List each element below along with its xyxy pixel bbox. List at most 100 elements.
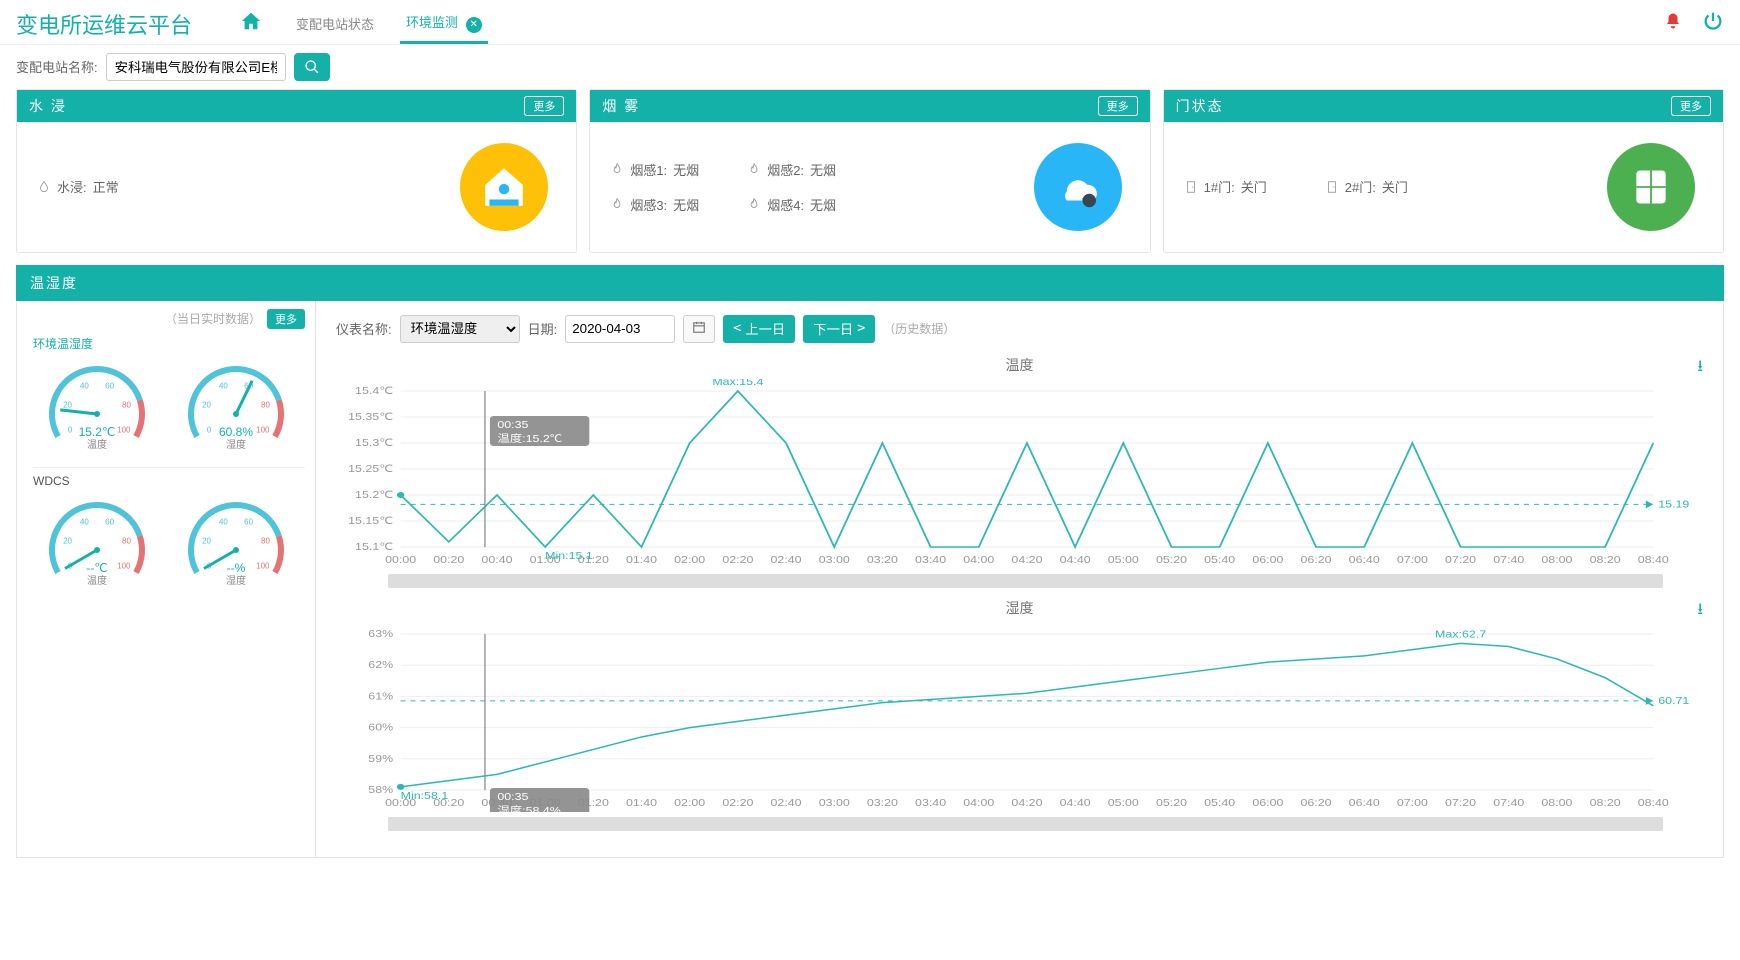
gauge-group1-title: 环境温湿度 <box>33 335 305 352</box>
card-smoke: 烟 雾 更多 烟感1: 无烟 烟感2: 无烟 烟感3: 无烟 烟感4: 无烟 <box>589 89 1150 253</box>
svg-text:Max:15.4: Max:15.4 <box>712 379 763 388</box>
chart-temperature: ⭳ 温度 15.1℃15.15℃15.2℃15.25℃15.3℃15.35℃15… <box>336 355 1703 588</box>
svg-text:02:20: 02:20 <box>722 555 753 566</box>
chevron-right-icon: > <box>857 321 865 336</box>
right-charts-panel: 仪表名称: 环境温湿度 日期: <上一日 下一日> （历史数据） ⭳ 温度 15… <box>316 301 1724 858</box>
close-icon[interactable]: ✕ <box>466 17 482 33</box>
calendar-button[interactable] <box>683 315 715 343</box>
app-title: 变电所运维云平台 <box>16 8 192 40</box>
svg-text:--%: --% <box>226 561 245 575</box>
section-temp-humid-title: 温湿度 <box>16 265 1724 301</box>
date-input[interactable] <box>565 315 675 343</box>
chart-scrollbar[interactable] <box>388 574 1663 588</box>
svg-text:03:20: 03:20 <box>867 798 898 809</box>
svg-text:07:20: 07:20 <box>1445 798 1476 809</box>
svg-text:08:20: 08:20 <box>1590 798 1621 809</box>
svg-text:00:40: 00:40 <box>481 555 512 566</box>
svg-text:湿度: 湿度 <box>226 574 246 587</box>
svg-text:07:40: 07:40 <box>1493 798 1524 809</box>
svg-text:03:20: 03:20 <box>867 555 898 566</box>
card-smoke-more-button[interactable]: 更多 <box>1098 96 1138 116</box>
card-smoke-title: 烟 雾 <box>602 96 640 116</box>
gauge-wdcs-humid: 020406080100 --% 湿度 <box>171 490 301 593</box>
gauge-env-humid: 020406080100 60.8% 湿度 <box>171 354 301 457</box>
svg-text:04:00: 04:00 <box>963 555 994 566</box>
svg-text:05:00: 05:00 <box>1108 555 1139 566</box>
gauge-env-temp: 020406080100 15.2℃ 温度 <box>32 354 162 457</box>
svg-text:40: 40 <box>79 381 88 390</box>
svg-text:20: 20 <box>202 400 211 409</box>
svg-text:06:40: 06:40 <box>1349 555 1380 566</box>
smoke-3-value: 无烟 <box>673 195 699 214</box>
gauge-wdcs-temp: 020406080100 --℃ 温度 <box>32 490 162 593</box>
svg-text:15.35℃: 15.35℃ <box>348 412 393 423</box>
next-day-button[interactable]: 下一日> <box>803 315 875 343</box>
water-status-value: 正常 <box>93 177 119 196</box>
svg-text:60: 60 <box>105 517 114 526</box>
search-button[interactable] <box>294 53 330 81</box>
svg-text:00:35: 00:35 <box>497 420 528 431</box>
svg-text:04:20: 04:20 <box>1011 798 1042 809</box>
chart-scrollbar[interactable] <box>388 817 1663 831</box>
chart-humidity: ⭳ 湿度 58%59%60%61%62%63%00:0000:2000:4001… <box>336 598 1703 831</box>
download-icon[interactable]: ⭳ <box>1697 355 1703 382</box>
water-status-label: 水浸: <box>57 177 87 196</box>
prev-day-button[interactable]: <上一日 <box>723 315 795 343</box>
svg-text:03:40: 03:40 <box>915 555 946 566</box>
smoke-2-value: 无烟 <box>810 160 836 179</box>
svg-text:温度:15.2℃: 温度:15.2℃ <box>497 432 562 444</box>
svg-text:07:40: 07:40 <box>1493 555 1524 566</box>
svg-text:80: 80 <box>122 400 131 409</box>
svg-text:60: 60 <box>244 517 253 526</box>
smoke-card-icon <box>1034 143 1122 231</box>
svg-text:15.1℃: 15.1℃ <box>355 542 393 553</box>
svg-text:02:40: 02:40 <box>771 555 802 566</box>
realtime-hint: （当日实时数据） <box>165 310 261 327</box>
history-hint: （历史数据） <box>883 320 955 337</box>
svg-text:15.3℃: 15.3℃ <box>355 438 393 449</box>
svg-text:04:40: 04:40 <box>1060 798 1091 809</box>
gauges-more-button[interactable]: 更多 <box>267 309 305 329</box>
svg-text:40: 40 <box>218 381 227 390</box>
svg-text:04:40: 04:40 <box>1060 555 1091 566</box>
svg-text:08:20: 08:20 <box>1590 555 1621 566</box>
svg-text:06:00: 06:00 <box>1252 798 1283 809</box>
svg-text:05:20: 05:20 <box>1156 555 1187 566</box>
card-door: 门状态 更多 1#门: 关门 2#门: 关门 <box>1163 89 1724 253</box>
card-water-more-button[interactable]: 更多 <box>524 96 564 116</box>
svg-text:08:40: 08:40 <box>1638 555 1669 566</box>
svg-text:58%: 58% <box>368 785 393 796</box>
card-water: 水 浸 更多 水浸: 正常 <box>16 89 577 253</box>
tab-env-monitor[interactable]: 环境监测 ✕ <box>400 4 488 44</box>
svg-text:00:00: 00:00 <box>385 555 416 566</box>
bell-icon[interactable] <box>1664 12 1682 36</box>
svg-text:00:20: 00:20 <box>433 555 464 566</box>
flame-icon <box>610 197 624 211</box>
station-name-input[interactable] <box>106 53 286 81</box>
door-2-label: 2#门: <box>1345 177 1376 196</box>
tab-station-status[interactable]: 变配电站状态 <box>290 6 380 41</box>
home-icon[interactable] <box>240 10 262 38</box>
card-water-title: 水 浸 <box>29 96 67 116</box>
svg-text:80: 80 <box>261 400 270 409</box>
download-icon[interactable]: ⭳ <box>1697 598 1703 625</box>
door-1-value: 关门 <box>1241 177 1267 196</box>
svg-text:60.8%: 60.8% <box>218 425 252 439</box>
svg-text:07:00: 07:00 <box>1397 555 1428 566</box>
power-icon[interactable] <box>1702 10 1724 38</box>
svg-text:01:40: 01:40 <box>626 798 657 809</box>
svg-text:62%: 62% <box>368 660 393 671</box>
svg-text:15.19: 15.19 <box>1658 499 1689 510</box>
smoke-3-label: 烟感3: <box>630 195 667 214</box>
svg-text:05:00: 05:00 <box>1108 798 1139 809</box>
date-label: 日期: <box>528 319 558 338</box>
svg-text:02:00: 02:00 <box>674 798 705 809</box>
svg-text:温度: 温度 <box>87 438 107 451</box>
door-icon <box>1184 180 1198 194</box>
svg-text:07:00: 07:00 <box>1397 798 1428 809</box>
card-door-more-button[interactable]: 更多 <box>1671 96 1711 116</box>
meter-select[interactable]: 环境温湿度 <box>400 315 520 343</box>
svg-text:100: 100 <box>256 425 270 434</box>
svg-text:40: 40 <box>218 517 227 526</box>
svg-text:63%: 63% <box>368 629 393 640</box>
